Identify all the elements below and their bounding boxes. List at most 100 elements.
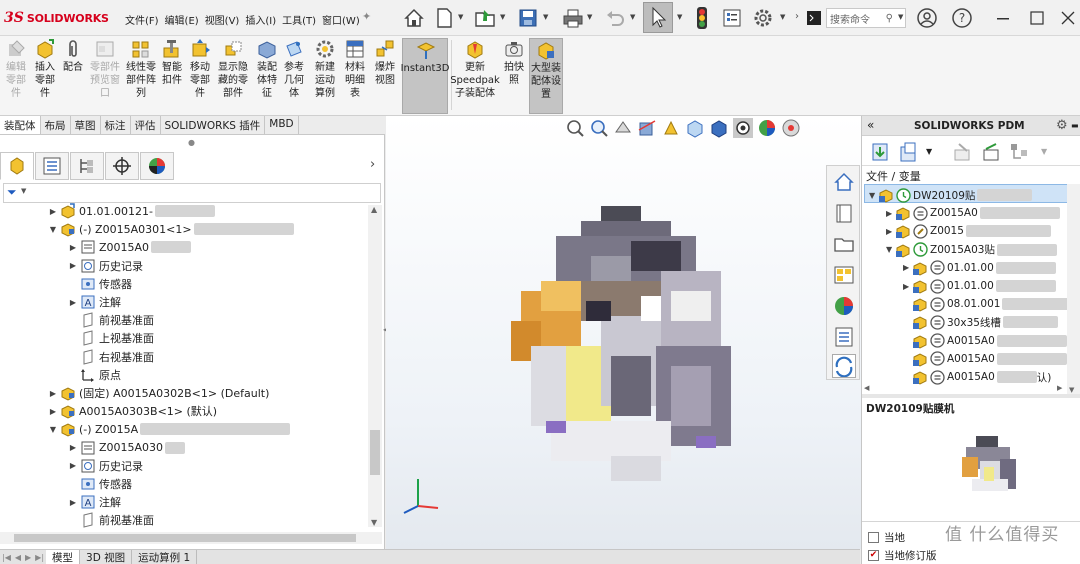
search-commands-input[interactable]: 搜索命令 ⚲ <box>826 8 906 28</box>
dynamic-annotation-view-icon[interactable] <box>661 118 681 138</box>
collapse-pane-icon[interactable]: « <box>867 118 874 132</box>
options-gear-icon[interactable] <box>751 6 775 30</box>
tab-sketch[interactable]: 草图 <box>71 116 101 134</box>
pdm-local-option[interactable]: 当地 <box>868 530 905 545</box>
tree-expander-icon[interactable]: ▶ <box>68 461 78 470</box>
undo-icon[interactable] <box>603 6 627 30</box>
take-snapshot-button[interactable]: 拍快照 <box>501 38 527 87</box>
tree-node[interactable]: 原点 <box>68 366 121 384</box>
edit-component-button[interactable]: 编辑 零部件 <box>4 38 28 100</box>
save-dropdown-icon[interactable]: ▼ <box>543 13 548 21</box>
file-properties-icon[interactable] <box>720 6 744 30</box>
pdm-local-revision-checkbox[interactable]: ✔ <box>868 550 879 561</box>
tree-node[interactable]: ▶ 历史记录 <box>68 457 143 475</box>
assembly-features-button[interactable]: 装配 体特征 <box>255 38 279 100</box>
tree-expander-icon[interactable]: ▼ <box>48 225 58 234</box>
search-dropdown-icon[interactable]: ▼ <box>898 13 903 21</box>
dimxpert-manager-tab[interactable] <box>105 152 139 180</box>
minimize-icon[interactable] <box>991 6 1015 30</box>
reference-geometry-button[interactable]: 参考 几何体 <box>282 38 306 100</box>
configuration-manager-tab[interactable] <box>70 152 104 180</box>
tree-expander-icon[interactable]: ▶ <box>68 243 78 252</box>
pdm-check-out-icon[interactable] <box>898 141 920 166</box>
mate-button[interactable]: 配合 <box>61 38 85 74</box>
tree-node[interactable]: 前视基准面 <box>68 511 154 529</box>
help-icon[interactable]: ? <box>950 6 974 30</box>
close-window-icon[interactable] <box>1056 6 1080 30</box>
tree-node[interactable]: ▼ (-) Z0015A0301<1> <box>48 220 294 238</box>
solidworks-resources-home-icon[interactable] <box>832 170 856 194</box>
pdm-settings-gear-icon[interactable]: ⚙ <box>1056 118 1068 133</box>
print-icon[interactable] <box>561 6 585 30</box>
tree-node[interactable]: 上视基准面 <box>68 329 154 347</box>
tree-expander-icon[interactable]: ▶ <box>68 498 78 507</box>
last-tab-icon[interactable]: ▶| <box>33 553 46 562</box>
pdm-file-row[interactable]: ▼ Z0015A03贴 <box>886 241 1057 259</box>
custom-properties-icon[interactable] <box>832 325 856 349</box>
pdm-local-checkbox[interactable] <box>868 532 879 543</box>
menu-window[interactable]: 窗口(W) <box>319 10 363 29</box>
tree-node[interactable]: ▶ (固定) A0015A0302B<1> (Default) <box>48 384 269 402</box>
linear-component-pattern-button[interactable]: 线性零 部件阵列 <box>124 38 158 100</box>
graphics-viewport[interactable] <box>386 116 861 549</box>
tree-node[interactable]: 传感器 <box>68 475 132 493</box>
pdm-file-row[interactable]: A0015A0 <box>903 350 1067 368</box>
tree-node[interactable]: ▶ Z0015A030 <box>68 439 186 457</box>
menu-edit[interactable]: 编辑(E) <box>162 10 202 29</box>
tab-mbd[interactable]: MBD <box>265 116 299 134</box>
pdm-expander-icon[interactable]: ▶ <box>886 227 895 236</box>
pdm-scroll-right-icon[interactable]: ▶ <box>1057 384 1062 392</box>
tab-evaluate[interactable]: 评估 <box>131 116 161 134</box>
show-hidden-components-button[interactable]: 显示隐 藏的零 部件 <box>216 38 250 100</box>
pdm-file-row[interactable]: 08.01.001 <box>903 295 1078 313</box>
large-assembly-settings-button[interactable]: 大型装 配体设置 <box>529 38 563 114</box>
pdm-file-row[interactable]: A0015A0 认) <box>903 368 1051 386</box>
tree-expander-icon[interactable]: ▶ <box>48 407 58 416</box>
pdm-scroll-left-icon[interactable]: ◀ <box>864 384 869 392</box>
prev-tab-icon[interactable]: ◀ <box>13 553 23 562</box>
tree-node[interactable]: ▶ Z0015A0 <box>68 238 192 256</box>
pdm-expander-icon[interactable]: ▶ <box>903 263 912 272</box>
pdm-get-latest-icon[interactable] <box>870 141 890 166</box>
filter-dropdown-icon[interactable]: ▼ <box>21 187 26 195</box>
pdm-file-row[interactable]: ▶ Z0015 <box>886 222 1051 240</box>
tree-expander-icon[interactable]: ▶ <box>68 443 78 452</box>
move-component-button[interactable]: 移动 零部件 <box>187 38 213 100</box>
insert-component-button[interactable]: 插入 零部件 <box>32 38 58 100</box>
tree-expander-icon[interactable]: ▶ <box>48 389 58 398</box>
assembly-model-render[interactable] <box>491 196 771 501</box>
component-preview-window-button[interactable]: 零部件 预览窗口 <box>88 38 122 100</box>
new-document-icon[interactable] <box>432 6 456 30</box>
pdm-workflow-icon[interactable] <box>1008 141 1030 166</box>
next-tab-icon[interactable]: ▶ <box>23 553 33 562</box>
tree-expander-icon[interactable]: ▶ <box>68 261 78 270</box>
menu-file[interactable]: 文件(F) <box>122 10 162 29</box>
previous-view-icon[interactable] <box>613 118 633 138</box>
feature-tree-filter[interactable]: ⏷ ▼ <box>3 183 381 203</box>
tab-model[interactable]: 模型 <box>46 549 81 564</box>
select-tool-button[interactable] <box>643 2 673 33</box>
new-motion-study-button[interactable]: 新建 运动 算例 <box>312 38 338 100</box>
menu-tools[interactable]: 工具(T) <box>279 10 319 29</box>
view-palette-icon[interactable] <box>832 263 856 287</box>
tree-expander-icon[interactable]: ▼ <box>48 425 58 434</box>
pdm-file-row[interactable]: 30x35线槽 <box>903 313 1058 331</box>
update-speedpak-button[interactable]: 更新 Speedpak 子装配体 <box>450 38 500 100</box>
tree-expander-icon[interactable]: ▶ <box>48 207 58 216</box>
pdm-undo-checkout-icon[interactable] <box>980 141 1002 166</box>
tree-node[interactable]: 传感器 <box>68 275 132 293</box>
scroll-down-icon[interactable]: ▼ <box>371 518 377 527</box>
options-dropdown-icon[interactable]: ▼ <box>780 13 785 21</box>
restore-window-icon[interactable] <box>1025 6 1049 30</box>
print-dropdown-icon[interactable]: ▼ <box>587 13 592 21</box>
display-manager-tab[interactable] <box>140 152 174 180</box>
design-library-icon[interactable] <box>832 201 856 225</box>
new-dropdown-icon[interactable]: ▼ <box>458 13 463 21</box>
tree-node[interactable]: ▶ A 注解 <box>68 493 121 511</box>
menu-view[interactable]: 视图(V) <box>202 10 243 29</box>
home-icon[interactable] <box>402 6 426 30</box>
toolbar-overflow-icon[interactable]: › <box>795 11 799 22</box>
section-view-icon[interactable] <box>637 118 657 138</box>
pdm-expander-icon[interactable]: ▼ <box>869 191 878 200</box>
pdm-check-in-icon[interactable] <box>951 141 973 166</box>
